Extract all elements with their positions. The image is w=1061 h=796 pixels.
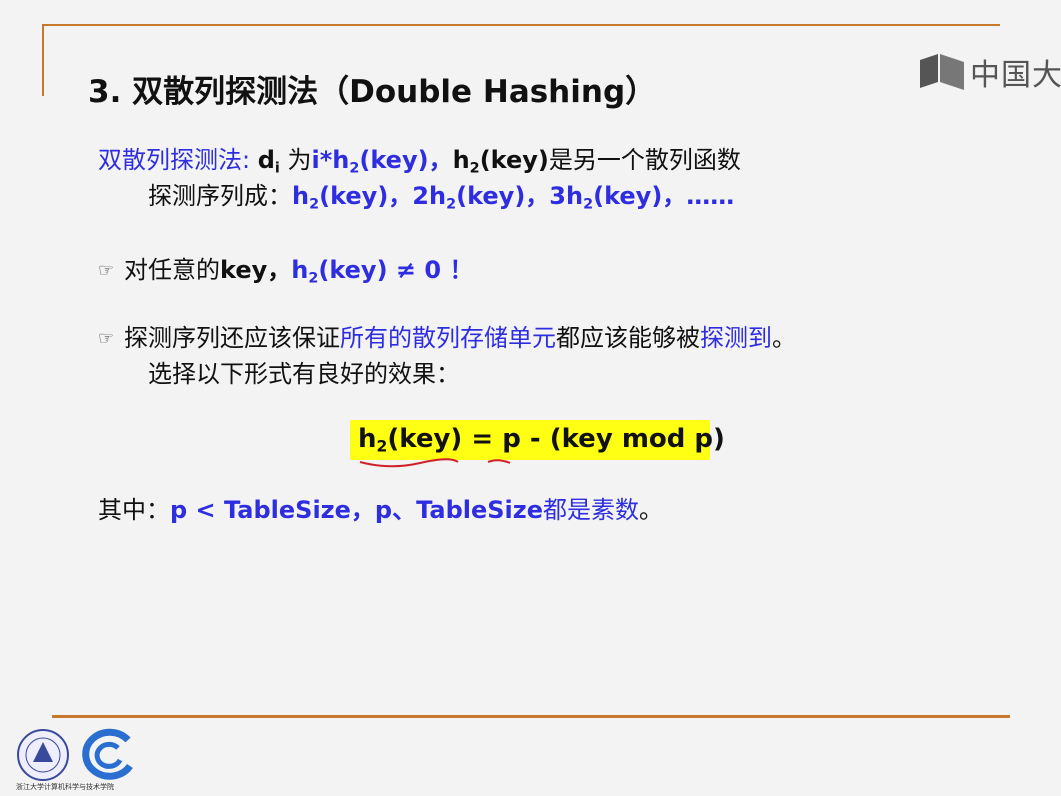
pen-annotation	[359, 458, 511, 468]
slide: 中国大 3. 双散列探测法（Double Hashing） 双散列探测法: di…	[0, 0, 1061, 796]
condition-line: 其中：p < TableSize，p、TableSize都是素数。	[98, 496, 664, 524]
university-seal-icon	[17, 729, 69, 781]
bottom-rule	[52, 715, 1010, 718]
college-logo-icon	[82, 728, 133, 780]
logo-caption: 浙江大学计算机科学与技术学院	[16, 783, 114, 791]
